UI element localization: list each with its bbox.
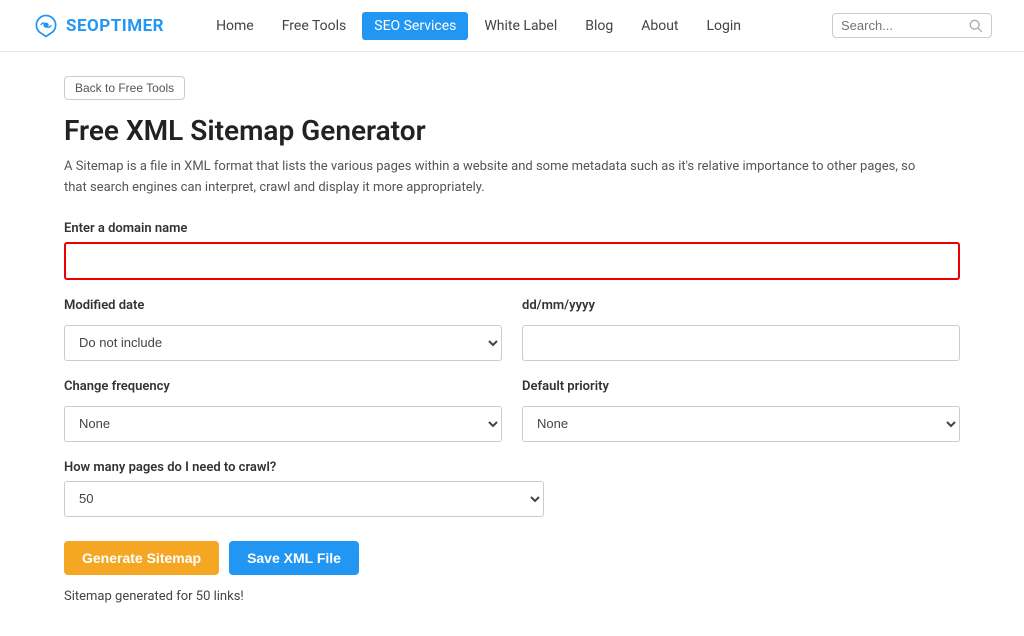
main-content: Back to Free Tools Free XML Sitemap Gene…	[32, 52, 992, 636]
generated-message: Sitemap generated for 50 links!	[64, 589, 960, 604]
page-description: A Sitemap is a file in XML format that l…	[64, 157, 924, 199]
nav-about[interactable]: About	[629, 12, 690, 40]
default-priority-group: Default priority None0.10.20.30.40.50.60…	[522, 379, 960, 442]
nav-blog[interactable]: Blog	[573, 12, 625, 40]
save-xml-button[interactable]: Save XML File	[229, 541, 359, 575]
nav-white-label[interactable]: White Label	[472, 12, 569, 40]
nav-seo-services[interactable]: SEO Services	[362, 12, 468, 40]
change-freq-select[interactable]: NoneAlwaysHourlyDailyWeeklyMonthlyYearly…	[64, 406, 502, 442]
generate-button[interactable]: Generate Sitemap	[64, 541, 219, 575]
search-box	[832, 13, 992, 38]
page-title: Free XML Sitemap Generator	[64, 114, 960, 147]
back-button[interactable]: Back to Free Tools	[64, 76, 185, 100]
search-icon	[969, 19, 983, 33]
sitemap-form: Enter a domain name Modified date Do not…	[64, 221, 960, 604]
date-field-label: dd/mm/yyyy	[522, 298, 960, 313]
pages-select[interactable]: 50100200500	[64, 481, 544, 517]
button-row: Generate Sitemap Save XML File	[64, 541, 960, 575]
change-freq-group: Change frequency NoneAlwaysHourlyDailyWe…	[64, 379, 502, 442]
main-nav: Home Free Tools SEO Services White Label…	[204, 12, 832, 40]
nav-login[interactable]: Login	[695, 12, 754, 40]
nav-free-tools[interactable]: Free Tools	[270, 12, 359, 40]
modified-date-select[interactable]: Do not includeTodayCustom	[64, 325, 502, 361]
modified-date-label: Modified date	[64, 298, 502, 313]
pages-label: How many pages do I need to crawl?	[64, 460, 544, 475]
logo-text: SEOPTIMER	[66, 16, 164, 36]
date-field-group: dd/mm/yyyy	[522, 298, 960, 361]
change-priority-row: Change frequency NoneAlwaysHourlyDailyWe…	[64, 379, 960, 442]
domain-label: Enter a domain name	[64, 221, 960, 236]
date-input[interactable]	[522, 325, 960, 361]
default-priority-label: Default priority	[522, 379, 960, 394]
date-frequency-row: Modified date Do not includeTodayCustom …	[64, 298, 960, 361]
domain-input[interactable]	[64, 242, 960, 280]
logo[interactable]: SEOPTIMER	[32, 12, 164, 40]
change-freq-label: Change frequency	[64, 379, 502, 394]
logo-icon	[32, 12, 60, 40]
site-header: SEOPTIMER Home Free Tools SEO Services W…	[0, 0, 1024, 52]
default-priority-select[interactable]: None0.10.20.30.40.50.60.70.80.91.0	[522, 406, 960, 442]
pages-group: How many pages do I need to crawl? 50100…	[64, 460, 544, 517]
modified-date-group: Modified date Do not includeTodayCustom	[64, 298, 502, 361]
nav-home[interactable]: Home	[204, 12, 266, 40]
search-input[interactable]	[841, 18, 965, 33]
